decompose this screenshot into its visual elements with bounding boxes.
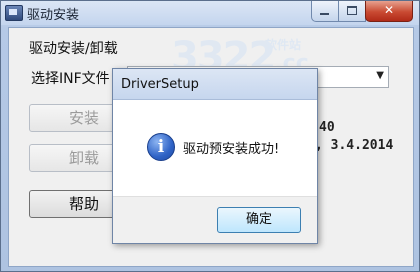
title-bar[interactable]: 驱动安装 ✕ bbox=[1, 1, 419, 25]
driver-info-text-1: 40 bbox=[319, 120, 335, 135]
maximize-button[interactable] bbox=[338, 1, 366, 22]
ok-button[interactable]: 确定 bbox=[217, 207, 301, 233]
main-window: 驱动安装 ✕ 3322.cc 软件站 驱动安装/卸载 选择INF文件 ▼ 安装 … bbox=[0, 0, 420, 272]
info-icon: i bbox=[147, 133, 175, 161]
group-title: 驱动安装/卸载 bbox=[29, 41, 118, 57]
dialog-footer: 确定 bbox=[113, 196, 317, 243]
dialog-message: 驱动预安装成功! bbox=[183, 142, 280, 157]
window-title: 驱动安装 bbox=[27, 8, 80, 23]
inf-file-label: 选择INF文件 bbox=[31, 71, 110, 87]
minimize-button[interactable] bbox=[311, 1, 339, 22]
dialog-title-bar[interactable]: DriverSetup bbox=[113, 69, 317, 100]
driver-info-text-2: , 3.4.2014 bbox=[315, 138, 394, 153]
close-button[interactable]: ✕ bbox=[365, 1, 413, 22]
dialog-title: DriverSetup bbox=[121, 77, 199, 92]
app-icon bbox=[5, 5, 23, 21]
chevron-down-icon[interactable]: ▼ bbox=[376, 70, 384, 81]
watermark-site-text: 软件站 bbox=[265, 38, 302, 52]
message-dialog: DriverSetup i 驱动预安装成功! 确定 bbox=[112, 68, 318, 244]
